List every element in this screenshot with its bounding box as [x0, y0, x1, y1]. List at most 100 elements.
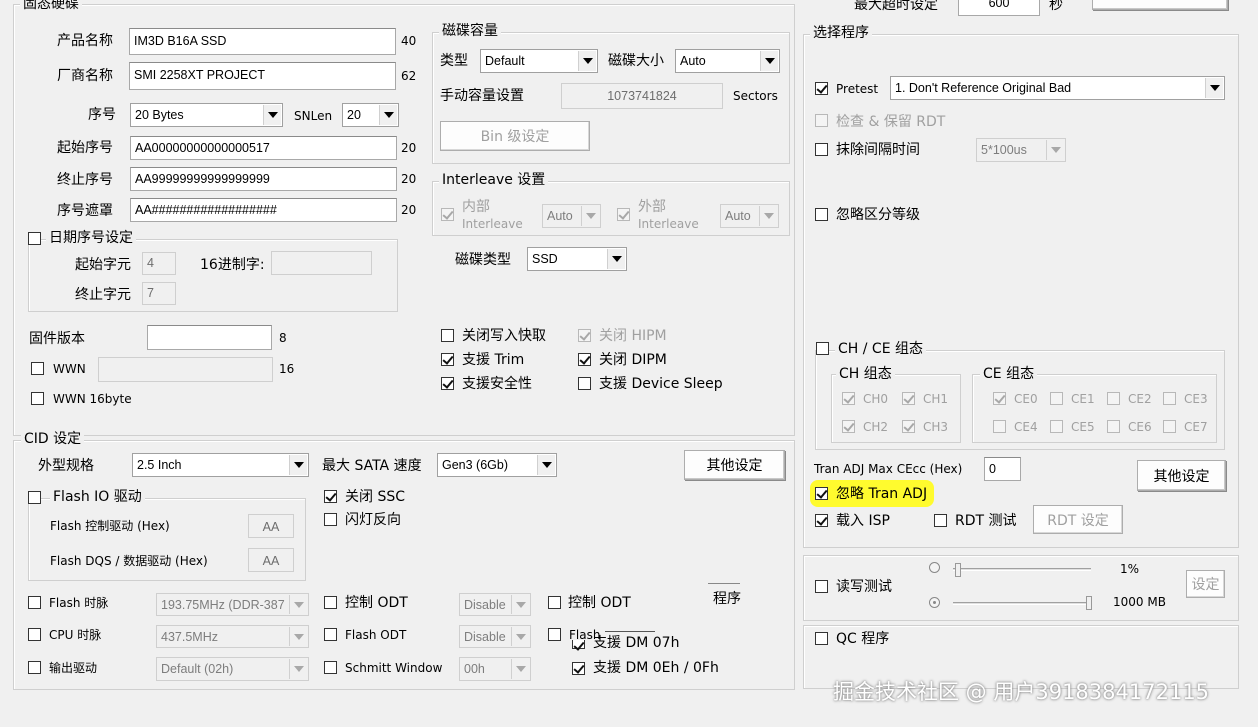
manual-cap-input[interactable]: 1073741824: [561, 83, 723, 109]
trim-checkbox[interactable]: [441, 353, 454, 366]
pretest-checkbox[interactable]: [815, 82, 828, 95]
flash-clock-checkbox[interactable]: [28, 596, 41, 609]
tran-adj-label: Tran ADJ Max CEcc (Hex): [814, 462, 963, 476]
disk-type-select[interactable]: SSD: [527, 247, 627, 271]
flash-io-checkbox[interactable]: [28, 491, 41, 504]
close-ssc-checkbox[interactable]: [324, 490, 337, 503]
cap-type-value: Default: [485, 54, 525, 68]
dm07-checkbox[interactable]: [572, 640, 585, 649]
product-name-len: 40: [401, 34, 417, 48]
disk-type-value: SSD: [532, 252, 558, 266]
rw-test-checkbox[interactable]: [815, 580, 828, 593]
schmitt-select[interactable]: 00h: [459, 657, 531, 681]
max-timeout-input[interactable]: 600: [958, 0, 1040, 16]
chevron-down-icon: [1046, 140, 1064, 160]
device-sleep-checkbox[interactable]: [578, 377, 591, 390]
ignore-tran-adj-checkbox[interactable]: [815, 487, 828, 500]
output-drive-select[interactable]: Default (02h): [156, 657, 309, 681]
ce7-checkbox[interactable]: [1163, 420, 1176, 433]
flash-clock-select[interactable]: 193.75MHz (DDR-387: [156, 593, 309, 616]
vendor-name-input[interactable]: SMI 2258XT PROJECT: [129, 62, 396, 90]
top-cut-button[interactable]: [1092, 0, 1228, 10]
ce4-checkbox[interactable]: [993, 420, 1006, 433]
pct-slider-track[interactable]: [953, 568, 1091, 571]
ce0-checkbox[interactable]: [993, 392, 1006, 405]
cpu-clock-checkbox[interactable]: [28, 628, 41, 641]
outer-interleave-label: 外部: [638, 199, 666, 215]
erase-interval-select[interactable]: 5*100us: [976, 138, 1066, 162]
product-name-input[interactable]: IM3D B16A SSD: [129, 28, 396, 55]
ctrl-odt-checkbox[interactable]: [324, 596, 337, 609]
qc-checkbox[interactable]: [815, 632, 828, 645]
chevron-down-icon: [511, 627, 529, 646]
tran-adj-input[interactable]: 0: [984, 457, 1021, 481]
ch2-checkbox[interactable]: [842, 420, 855, 433]
wwn16-checkbox[interactable]: [31, 392, 44, 405]
schmitt-checkbox[interactable]: [324, 661, 337, 674]
dm0e-checkbox[interactable]: [572, 662, 585, 675]
ignore-grade-checkbox[interactable]: [815, 208, 828, 221]
inner-interleave-checkbox[interactable]: [441, 208, 454, 221]
date-serial-checkbox[interactable]: [28, 232, 41, 245]
end-serial-input[interactable]: AA99999999999999999: [130, 167, 397, 191]
flash-ctrl-drive-input[interactable]: AA: [248, 514, 294, 538]
fw-input[interactable]: [147, 325, 272, 350]
sata-speed-select[interactable]: Gen3 (6Gb): [437, 453, 557, 477]
flash-odt-select[interactable]: Disable: [459, 625, 531, 648]
serial-select[interactable]: 20 Bytes: [130, 103, 283, 127]
ch1-checkbox[interactable]: [902, 392, 915, 405]
ce6-checkbox[interactable]: [1107, 420, 1120, 433]
ch0-checkbox[interactable]: [842, 392, 855, 405]
inner-interleave-select[interactable]: Auto: [542, 204, 601, 228]
pretest-select[interactable]: 1. Don't Reference Original Bad: [890, 76, 1225, 100]
cid-other-settings-button[interactable]: 其他设定: [684, 450, 785, 480]
rw-settings-button[interactable]: 设定: [1186, 570, 1225, 598]
ctrl-odt-select[interactable]: Disable: [459, 593, 531, 616]
led-reverse-checkbox[interactable]: [324, 513, 337, 526]
serial-mask-len: 20: [401, 203, 417, 217]
ctrl-odt2-checkbox[interactable]: [548, 596, 561, 609]
dipm-checkbox[interactable]: [578, 353, 591, 366]
ch3-checkbox[interactable]: [902, 420, 915, 433]
write-cache-checkbox[interactable]: [441, 329, 454, 342]
security-checkbox[interactable]: [441, 377, 454, 390]
wwn-input[interactable]: [98, 357, 273, 382]
bin-level-button[interactable]: Bin 级设定: [440, 121, 590, 151]
start-serial-label: 起始序号: [57, 140, 113, 156]
mb-slider-track[interactable]: [953, 602, 1091, 605]
seconds-unit: 秒: [1049, 0, 1063, 13]
start-serial-input[interactable]: AA00000000000000517: [130, 136, 397, 160]
cap-type-select[interactable]: Default: [480, 49, 598, 73]
ce2-checkbox[interactable]: [1107, 392, 1120, 405]
cpu-clock-select[interactable]: 437.5MHz: [156, 625, 309, 648]
outer-interleave-select[interactable]: Auto: [720, 204, 779, 228]
end-char-input[interactable]: 7: [142, 282, 176, 305]
pct-slider-thumb[interactable]: [955, 563, 961, 577]
chce-checkbox[interactable]: [816, 342, 829, 355]
output-drive-checkbox[interactable]: [28, 661, 41, 674]
form-factor-select[interactable]: 2.5 Inch: [132, 453, 309, 477]
mb-slider-thumb[interactable]: [1086, 596, 1092, 610]
ce3-checkbox[interactable]: [1163, 392, 1176, 405]
disk-size-select[interactable]: Auto: [675, 49, 780, 73]
load-isp-checkbox[interactable]: [815, 514, 828, 527]
wwn-checkbox[interactable]: [31, 362, 44, 375]
flash2-checkbox[interactable]: [548, 628, 561, 641]
flash-odt-checkbox[interactable]: [324, 628, 337, 641]
ce1-checkbox[interactable]: [1050, 392, 1063, 405]
mb-radio[interactable]: [929, 597, 940, 608]
ce5-checkbox[interactable]: [1050, 420, 1063, 433]
hipm-checkbox[interactable]: [578, 329, 591, 342]
start-char-input[interactable]: 4: [142, 252, 176, 275]
outer-interleave-checkbox[interactable]: [617, 208, 630, 221]
erase-interval-checkbox[interactable]: [815, 143, 828, 156]
program-other-settings-button[interactable]: 其他设定: [1137, 460, 1226, 491]
serial-mask-input[interactable]: AA##################: [130, 198, 397, 222]
rdt-test-checkbox[interactable]: [934, 514, 947, 527]
flash-dqs-input[interactable]: AA: [248, 548, 294, 572]
hex-char-input[interactable]: [271, 251, 372, 275]
snlen-select[interactable]: 20: [342, 103, 399, 127]
rdt-settings-button[interactable]: RDT 设定: [1033, 505, 1123, 534]
check-rdt-checkbox[interactable]: [815, 114, 828, 127]
pct-radio[interactable]: [929, 562, 940, 573]
